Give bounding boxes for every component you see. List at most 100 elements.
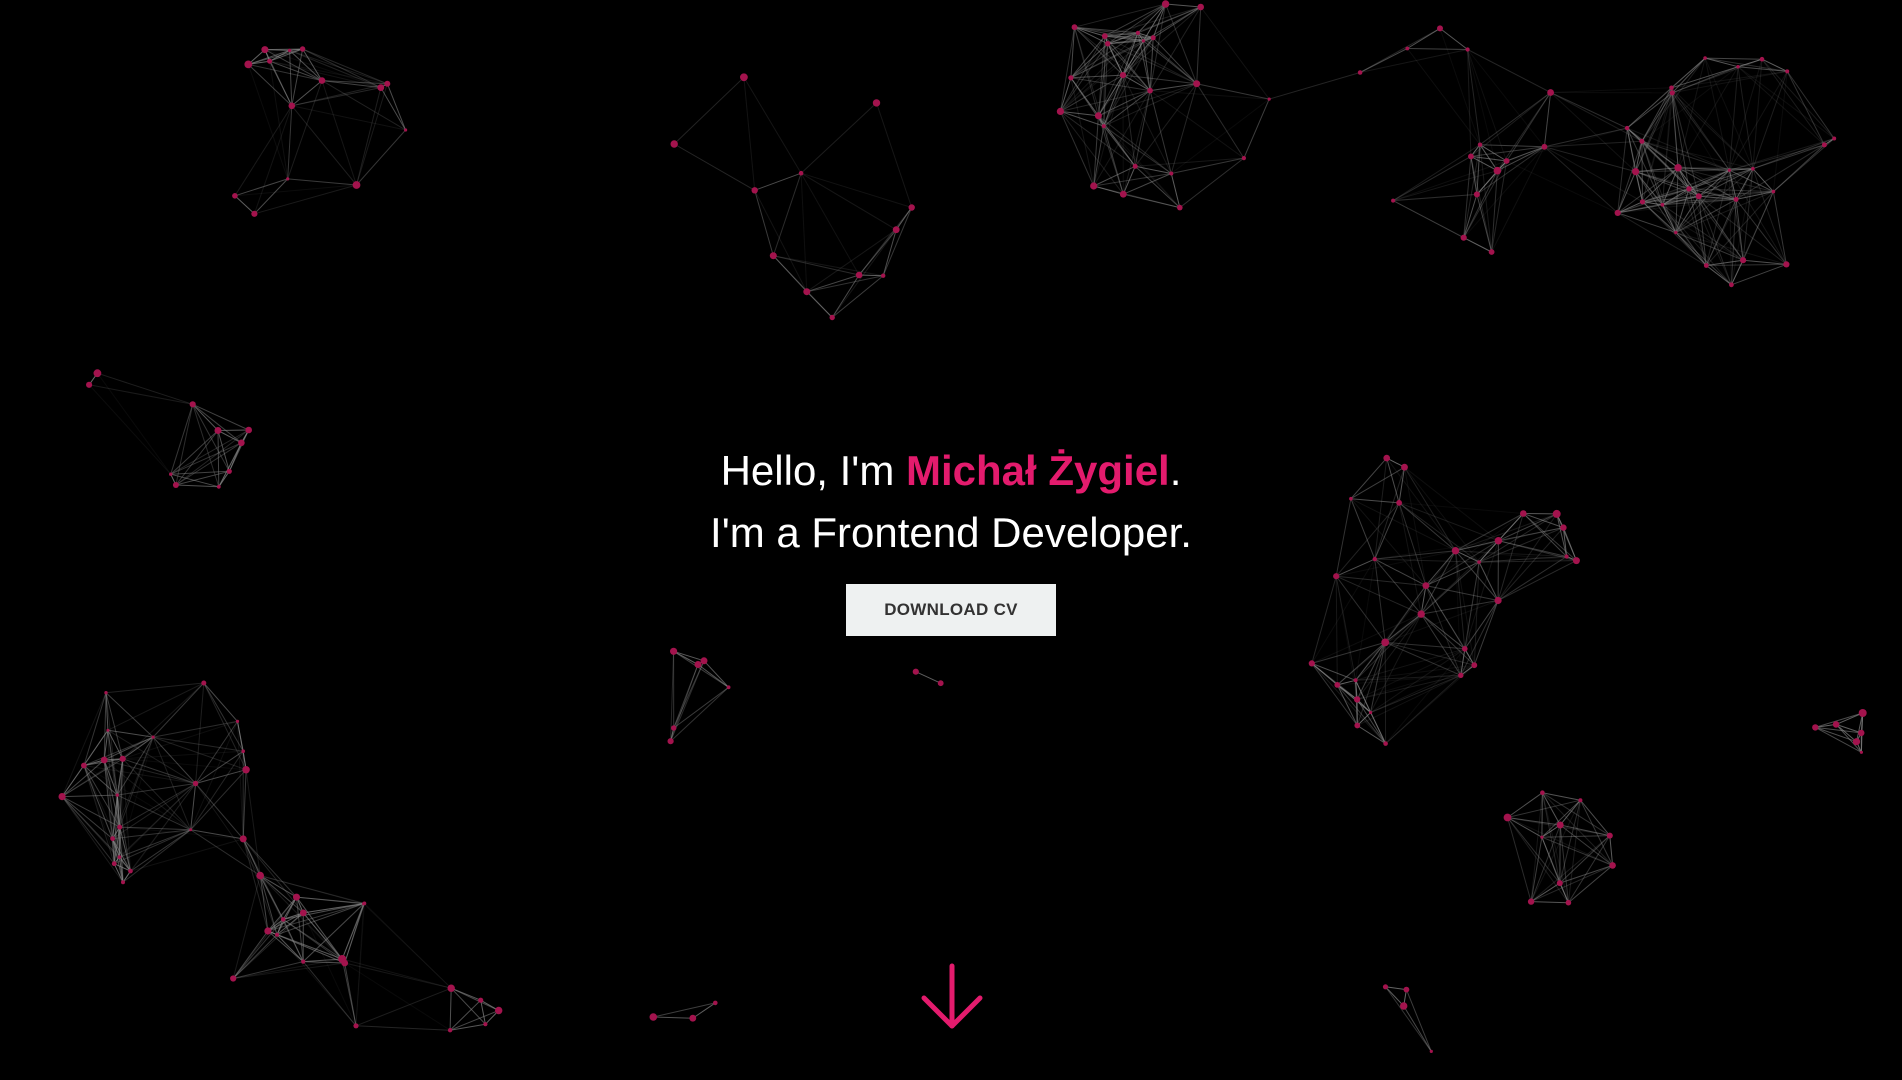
network-node: [1674, 164, 1682, 172]
network-link: [800, 173, 808, 292]
network-node: [1858, 729, 1865, 737]
network-link: [1439, 28, 1481, 145]
network-node: [1101, 33, 1108, 39]
network-node: [1669, 85, 1674, 91]
network-node: [235, 719, 240, 724]
network-node: [1429, 1049, 1433, 1053]
network-node: [1527, 898, 1535, 905]
network-node: [769, 252, 777, 260]
network-node: [239, 835, 247, 843]
network-link: [1544, 146, 1643, 203]
network-node: [245, 426, 252, 434]
network-node: [1135, 30, 1140, 35]
network-link: [105, 692, 154, 738]
network-link: [1149, 90, 1181, 208]
network-link: [355, 1025, 451, 1031]
network-link: [1641, 87, 1672, 142]
network-node: [1624, 125, 1630, 131]
network-node: [1488, 249, 1495, 255]
network-node: [299, 46, 306, 52]
network-link: [1392, 144, 1481, 202]
network-link: [1170, 83, 1198, 174]
network-link: [344, 962, 451, 1031]
network-link: [1671, 66, 1739, 89]
network-link: [355, 987, 452, 1027]
network-node: [1177, 204, 1183, 211]
network-node: [1727, 168, 1731, 172]
network-link: [743, 77, 802, 174]
network-node: [318, 77, 326, 84]
network-link: [302, 912, 357, 1027]
network-link: [882, 229, 897, 276]
network-node: [1462, 646, 1468, 652]
network-link: [1403, 1005, 1432, 1052]
network-node: [1783, 261, 1790, 268]
network-node: [483, 1022, 488, 1027]
network-node: [230, 975, 237, 982]
network-link: [772, 173, 802, 256]
network-link: [247, 64, 293, 107]
hero-greeting: Hello, I'm Michał Żygiel.: [0, 440, 1902, 502]
network-link: [1550, 87, 1672, 93]
network-link: [831, 229, 897, 318]
download-cv-button[interactable]: DOWNLOAD CV: [846, 584, 1056, 636]
network-link: [1497, 146, 1545, 172]
network-link: [743, 77, 756, 191]
network-link: [1070, 74, 1124, 79]
network-link: [130, 838, 244, 872]
network-link: [1479, 92, 1551, 146]
network-node: [1832, 136, 1837, 141]
network-link: [1070, 27, 1075, 78]
network-node: [201, 680, 207, 686]
network-node: [671, 725, 677, 731]
network-link: [1491, 146, 1545, 253]
network-node: [713, 1000, 718, 1006]
hero-name: Michał Żygiel: [905, 447, 1170, 494]
network-node: [1556, 880, 1563, 887]
network-link: [859, 274, 884, 277]
network-node: [1759, 56, 1765, 62]
network-link: [806, 274, 860, 293]
network-link: [356, 87, 382, 186]
network-link: [344, 962, 357, 1026]
network-node: [1556, 821, 1564, 829]
network-node: [244, 60, 253, 69]
network-link: [386, 83, 407, 131]
network-node: [232, 193, 238, 199]
network-node: [447, 1028, 453, 1033]
network-link: [1392, 200, 1464, 239]
network-link: [1737, 66, 1754, 169]
network-link: [1407, 48, 1468, 50]
network-link: [653, 1002, 716, 1018]
network-node: [404, 128, 408, 132]
network-link: [653, 1016, 693, 1019]
network-node: [1614, 209, 1621, 216]
network-node: [242, 766, 250, 774]
network-node: [495, 1006, 503, 1015]
network-node: [1639, 199, 1646, 205]
network-node: [189, 401, 196, 408]
network-node: [892, 226, 900, 234]
network-link: [232, 912, 304, 979]
network-link: [1311, 663, 1338, 686]
network-node: [1540, 835, 1544, 839]
network-node: [667, 738, 674, 745]
network-node: [261, 46, 269, 54]
network-node: [1105, 41, 1111, 47]
network-link: [1392, 170, 1498, 202]
network-link: [1122, 74, 1197, 85]
network-link: [1179, 157, 1245, 208]
network-node: [1458, 672, 1464, 678]
arrow-down-icon[interactable]: [918, 962, 986, 1034]
network-node: [1437, 25, 1443, 32]
network-link: [1706, 263, 1787, 266]
network-node: [700, 657, 708, 665]
network-link: [122, 829, 192, 883]
network-node: [1660, 202, 1665, 207]
network-link: [1385, 986, 1405, 1007]
network-link: [1507, 817, 1569, 903]
network-link: [1541, 837, 1561, 884]
network-node: [115, 793, 120, 797]
network-node: [1267, 97, 1271, 101]
network-link: [1541, 792, 1543, 838]
